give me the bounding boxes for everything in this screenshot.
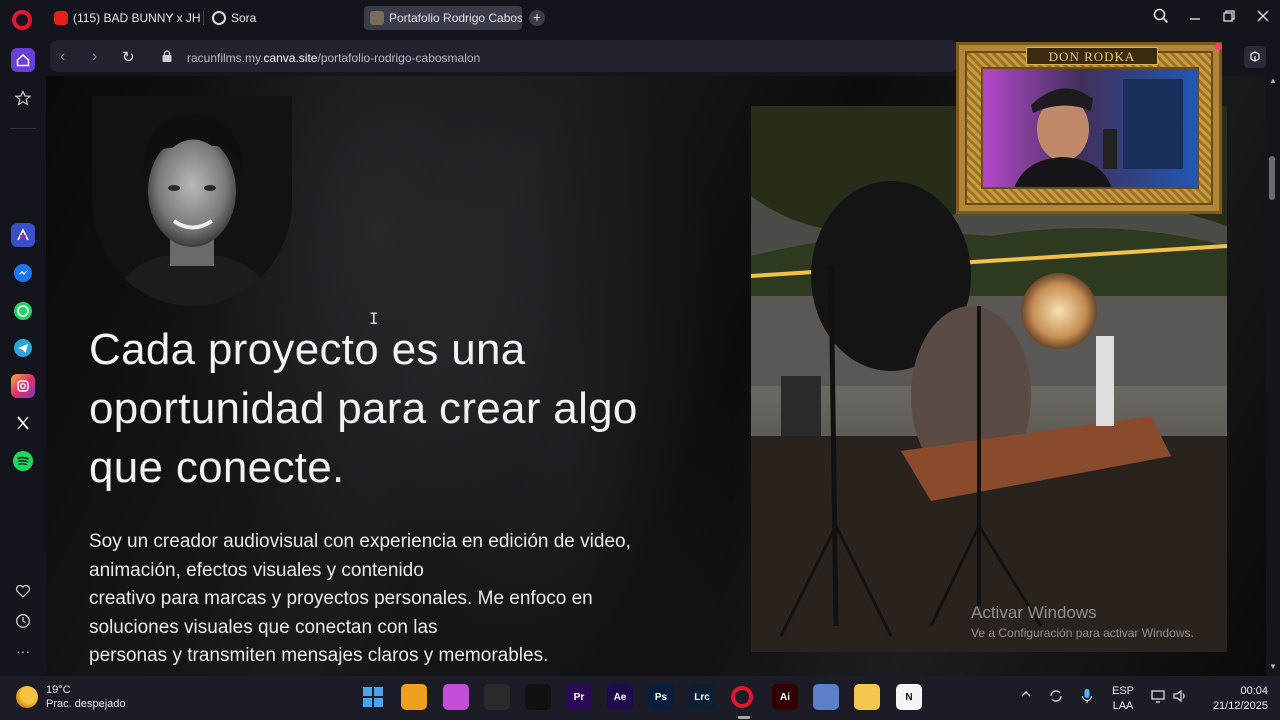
- bio-line: personas y transmiten mensajes claros y …: [89, 645, 549, 666]
- chevron-up-icon[interactable]: [1020, 688, 1032, 703]
- webcam-overlay: DON RODKA: [956, 42, 1222, 214]
- telegram-icon[interactable]: [11, 336, 35, 360]
- sync-icon[interactable]: [1048, 688, 1064, 707]
- lang-layout: LAA: [1112, 700, 1134, 712]
- scroll-up-icon[interactable]: ▲: [1269, 76, 1277, 85]
- premiere-icon[interactable]: Pr: [566, 684, 592, 710]
- search-icon[interactable]: [1150, 8, 1172, 28]
- browser-sidebar: ···: [0, 38, 46, 676]
- youtube-icon: [54, 11, 68, 25]
- weather-sun-icon: [16, 686, 38, 708]
- instagram-icon[interactable]: [11, 374, 35, 398]
- bio-line: animación, efectos visuales y contenido: [89, 559, 424, 581]
- clock-date: 21/12/2025: [1212, 700, 1268, 712]
- headline-line: que conecte.: [89, 443, 345, 492]
- lang-code: ESP: [1111, 685, 1134, 697]
- store-icon[interactable]: [401, 684, 427, 710]
- bio-line: Soy un creador audiovisual con experienc…: [89, 531, 631, 552]
- star-icon[interactable]: [11, 86, 35, 110]
- url-domain: canva.site: [263, 51, 318, 65]
- headline-line: oportunidad para crear algo: [89, 384, 638, 433]
- webcam-video: [981, 67, 1199, 189]
- page-scrollbar[interactable]: ▲ ▼: [1266, 76, 1280, 676]
- canva-site-icon: [370, 11, 384, 25]
- opera-icon[interactable]: [731, 686, 753, 708]
- illustrator-icon[interactable]: Ai: [772, 684, 798, 710]
- address-bar[interactable]: ‹ › ↻ racunfilms.my.canva.site/portafoli…: [50, 40, 958, 72]
- bio-paragraph: Soy un creador audiovisual con experienc…: [89, 528, 709, 671]
- spotify-icon[interactable]: [11, 449, 35, 473]
- bio-line: creativo para marcas y proyectos persona…: [89, 588, 593, 609]
- language-indicator[interactable]: ESP LAA: [1108, 684, 1138, 714]
- restore-icon[interactable]: [1218, 8, 1240, 28]
- browser-tab-bar: (115) BAD BUNNY x JHAY Sora Portafolio R…: [0, 0, 1280, 38]
- tab-sora[interactable]: Sora: [206, 6, 356, 30]
- windows-start-icon[interactable]: [360, 684, 386, 710]
- bio-line: soluciones visuales que conectan con las: [89, 616, 438, 638]
- whatsapp-icon[interactable]: [11, 299, 35, 323]
- file-explorer-icon[interactable]: [854, 684, 880, 710]
- profile-portrait: [92, 96, 292, 306]
- capcut-icon[interactable]: [525, 684, 551, 710]
- sora-icon: [212, 11, 226, 25]
- activate-windows-subtitle: Ve a Configuración para activar Windows.: [971, 626, 1194, 640]
- scroll-thumb[interactable]: [1269, 156, 1275, 200]
- tab-label: Portafolio Rodrigo Cabosm: [389, 11, 522, 25]
- tab-youtube[interactable]: (115) BAD BUNNY x JHAY: [48, 6, 200, 30]
- weather-widget[interactable]: 19°C Prac. despejado: [16, 683, 126, 711]
- history-icon[interactable]: [11, 609, 35, 633]
- activate-windows-watermark: Activar Windows Ve a Configuración para …: [971, 603, 1194, 640]
- windows-taskbar: 19°C Prac. despejado Pr Ae Ps Lrc Ai N ESP LA…: [0, 676, 1280, 720]
- after-effects-icon[interactable]: Ae: [607, 684, 633, 710]
- volume-icon[interactable]: [1172, 688, 1188, 707]
- headline-line: Cada proyecto es una: [89, 325, 526, 374]
- scroll-down-icon[interactable]: ▼: [1269, 662, 1277, 671]
- lock-icon[interactable]: [162, 50, 172, 62]
- more-icon[interactable]: ···: [11, 639, 35, 663]
- back-icon[interactable]: ‹: [60, 48, 65, 66]
- tab-label: (115) BAD BUNNY x JHAY: [73, 11, 200, 25]
- url-prefix: racunfilms.my.: [187, 51, 264, 65]
- lightroom-classic-icon[interactable]: Lrc: [689, 684, 715, 710]
- aria-icon[interactable]: [11, 223, 35, 247]
- new-tab-button[interactable]: +: [529, 10, 545, 26]
- notification-dot-icon: [1215, 43, 1222, 50]
- desktop-screen: (115) BAD BUNNY x JHAY Sora Portafolio R…: [0, 0, 1280, 720]
- tab-separator: [203, 11, 204, 25]
- extensions-icon[interactable]: [1244, 46, 1266, 68]
- tab-label: Sora: [231, 11, 257, 25]
- copilot-icon[interactable]: [443, 684, 469, 710]
- opera-menu-icon[interactable]: [12, 10, 32, 30]
- weather-desc: Prac. despejado: [46, 698, 126, 710]
- heart-icon[interactable]: [11, 579, 35, 603]
- x-icon[interactable]: [11, 411, 35, 435]
- url-path: /portafolio-rodrigo-cabosmalon: [317, 51, 481, 65]
- close-icon[interactable]: [1252, 8, 1274, 28]
- clock-time: 00:04: [1240, 685, 1268, 697]
- forward-icon[interactable]: ›: [92, 48, 97, 66]
- active-app-indicator: [738, 716, 750, 719]
- activate-windows-title: Activar Windows: [971, 603, 1097, 622]
- system-clock[interactable]: 00:04 21/12/2025: [1198, 684, 1268, 714]
- control-panel-icon[interactable]: [813, 684, 839, 710]
- home-icon[interactable]: [11, 48, 35, 72]
- tab-portafolio[interactable]: Portafolio Rodrigo Cabosm: [364, 6, 522, 30]
- obs-icon[interactable]: [484, 684, 510, 710]
- url-text[interactable]: racunfilms.my.canva.site/portafolio-rodr…: [187, 51, 480, 65]
- network-icon[interactable]: [1150, 688, 1166, 707]
- weather-temp: 19°C: [46, 684, 71, 696]
- page-headline: Cada proyecto es una oportunidad para cr…: [89, 320, 729, 497]
- reload-icon[interactable]: ↻: [122, 48, 135, 66]
- notion-icon[interactable]: N: [896, 684, 922, 710]
- sidebar-divider: [10, 128, 36, 129]
- webcam-nameplate: DON RODKA: [1026, 47, 1158, 65]
- minimize-icon[interactable]: [1184, 8, 1206, 28]
- microphone-icon[interactable]: [1080, 688, 1094, 707]
- messenger-icon[interactable]: [11, 261, 35, 285]
- photoshop-icon[interactable]: Ps: [648, 684, 674, 710]
